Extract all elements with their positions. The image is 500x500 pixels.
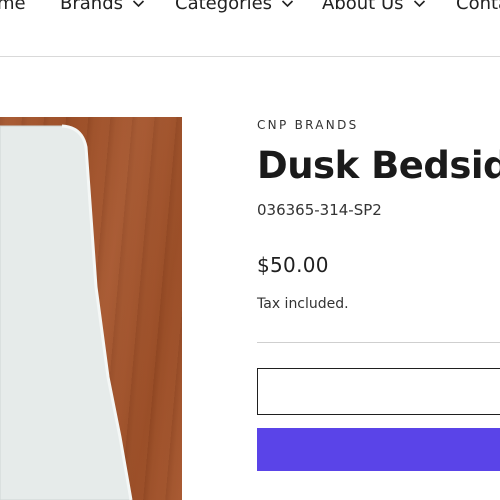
mattress-pad-shape <box>0 124 133 500</box>
nav-item-label: me <box>0 0 26 14</box>
nav-item-brands[interactable]: Brands <box>60 0 145 14</box>
nav-item-home[interactable]: me <box>0 0 26 14</box>
chevron-down-icon <box>281 0 294 10</box>
product-image[interactable] <box>0 117 182 500</box>
divider <box>257 342 500 343</box>
nav-item-label: About Us <box>322 0 404 14</box>
nav-item-label: Categories <box>175 0 273 14</box>
nav-item-contact[interactable]: Conta <box>456 0 500 14</box>
chevron-down-icon <box>413 0 426 10</box>
tax-note: Tax included. <box>257 296 349 312</box>
product-page: me Brands Categories About Us Conta <box>0 0 500 500</box>
product-price: $50.00 <box>257 253 329 277</box>
product-sku: 036365-314-SP2 <box>257 201 382 219</box>
chevron-down-icon <box>132 0 145 10</box>
add-to-cart-button[interactable] <box>257 368 500 415</box>
nav-item-label: Brands <box>60 0 123 14</box>
nav-item-categories[interactable]: Categories <box>175 0 294 14</box>
nav-item-about-us[interactable]: About Us <box>322 0 426 14</box>
product-title: Dusk Bedside <box>257 144 500 187</box>
product-vendor[interactable]: CNP BRANDS <box>257 118 359 132</box>
nav-item-label: Conta <box>456 0 500 14</box>
buy-now-button[interactable] <box>257 428 500 471</box>
main-navigation: me Brands Categories About Us Conta <box>0 0 500 57</box>
